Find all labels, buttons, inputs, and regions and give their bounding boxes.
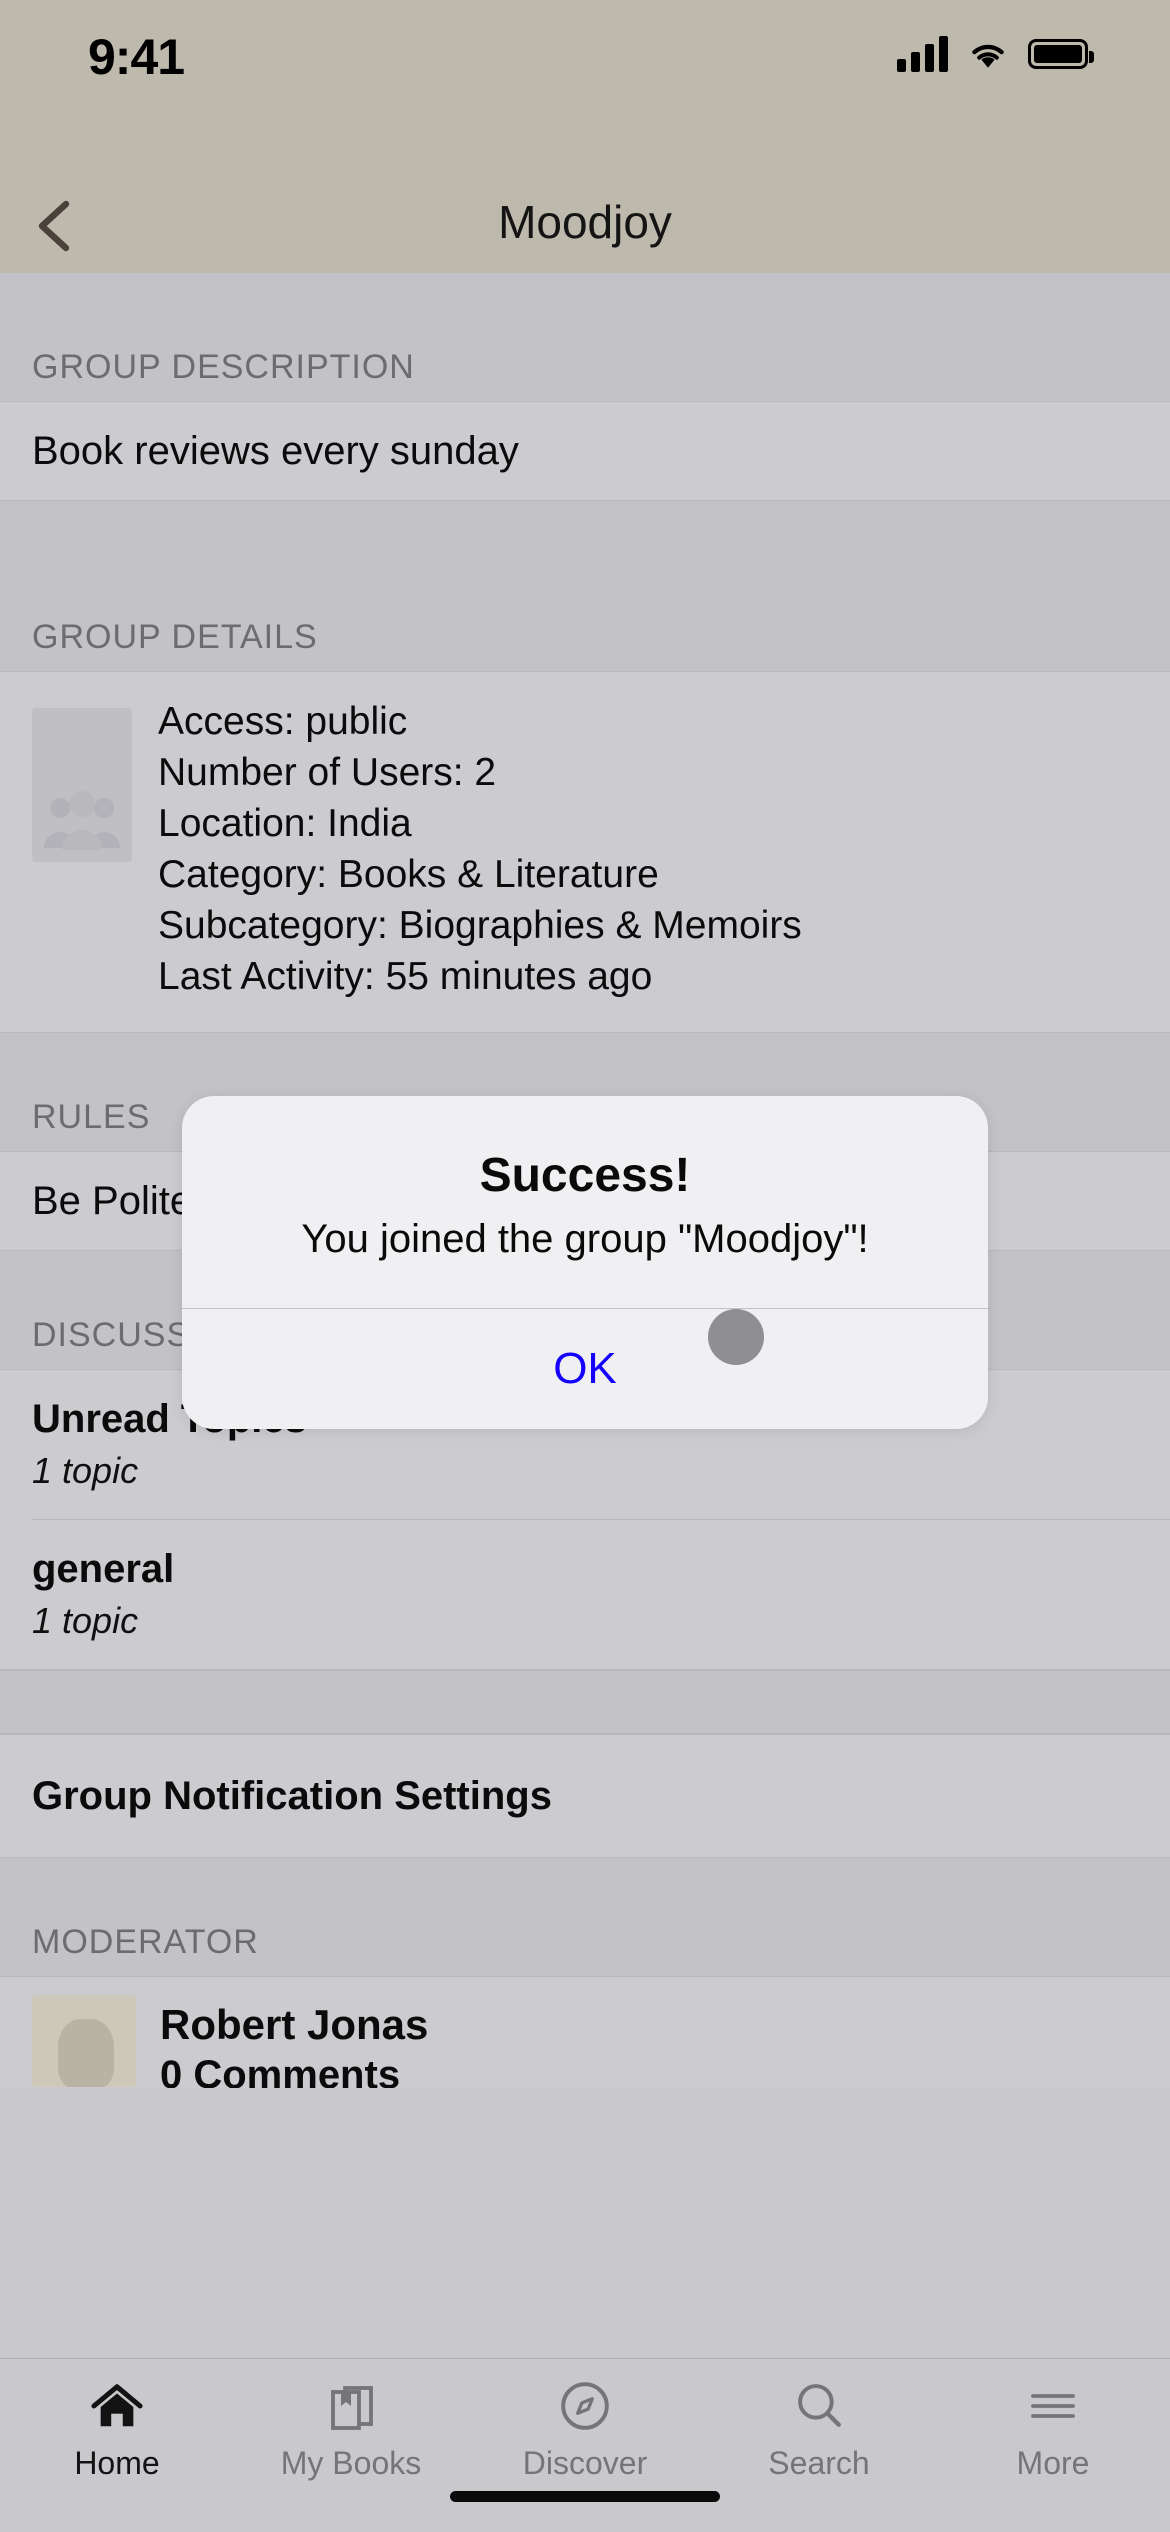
detail-line: Subcategory: Biographies & Memoirs xyxy=(158,904,802,947)
tab-label: Discover xyxy=(522,2445,648,2481)
detail-line: Category: Books & Literature xyxy=(158,853,659,896)
section-header-group-description: GROUP DESCRIPTION xyxy=(0,273,1170,401)
discussion-row-general[interactable]: general 1 topic xyxy=(0,1520,1170,1670)
group-notification-settings-label: Group Notification Settings xyxy=(32,1773,552,1818)
section-header-moderator: MODERATOR xyxy=(0,1858,1170,1976)
touch-indicator xyxy=(708,1309,764,1365)
tab-more[interactable]: More xyxy=(936,2377,1170,2482)
navigation-bar: Moodjoy xyxy=(0,170,1170,273)
alert-ok-button[interactable]: OK xyxy=(182,1309,988,1429)
group-description-text: Book reviews every sunday xyxy=(32,428,519,473)
group-notification-settings-row[interactable]: Group Notification Settings xyxy=(0,1734,1170,1858)
status-bar-time: 9:41 xyxy=(88,29,185,85)
tab-label: Home xyxy=(74,2445,160,2481)
detail-line: Access: public xyxy=(158,700,408,743)
rules-item-label: Be Polite xyxy=(32,1178,193,1223)
group-details-row[interactable]: Access: public Number of Users: 2 Locati… xyxy=(0,671,1170,1033)
success-alert-dialog: Success! You joined the group "Moodjoy"!… xyxy=(182,1096,988,1429)
group-description-row[interactable]: Book reviews every sunday xyxy=(0,401,1170,501)
tab-bar: Home My Books Discover Search More xyxy=(0,2358,1170,2532)
moderator-comments: 0 Comments xyxy=(160,2053,401,2088)
tab-label: My Books xyxy=(280,2445,422,2481)
moderator-name: Robert Jonas xyxy=(160,2001,429,2048)
search-icon xyxy=(792,2377,846,2435)
compass-icon xyxy=(558,2377,612,2435)
tab-discover[interactable]: Discover xyxy=(468,2377,702,2482)
detail-line: Last Activity: 55 minutes ago xyxy=(158,955,653,998)
status-bar: 9:41 xyxy=(0,0,1170,170)
hamburger-menu-icon xyxy=(1026,2377,1080,2435)
discussion-subtitle: 1 topic xyxy=(32,1450,139,1491)
alert-message: You joined the group "Moodjoy"! xyxy=(301,1217,869,1261)
detail-line: Number of Users: 2 xyxy=(158,751,497,794)
home-icon xyxy=(90,2377,144,2435)
tab-search[interactable]: Search xyxy=(702,2377,936,2482)
page-title: Moodjoy xyxy=(498,196,672,248)
home-indicator xyxy=(450,2491,720,2502)
wifi-icon xyxy=(972,44,1004,68)
section-header-group-details: GROUP DETAILS xyxy=(0,501,1170,671)
alert-body: Success! You joined the group "Moodjoy"! xyxy=(182,1096,988,1308)
books-icon xyxy=(325,2377,377,2435)
battery-icon xyxy=(1028,39,1094,69)
group-people-placeholder-icon xyxy=(32,708,132,862)
moderator-row[interactable]: Robert Jonas 0 Comments xyxy=(0,1976,1170,2088)
alert-title: Success! xyxy=(479,1149,691,1202)
status-bar-icons xyxy=(897,36,1094,72)
app-screen: 9:41 Moodjoy GROUP DESCRIPTION Book revi… xyxy=(0,0,1170,2532)
tab-my-books[interactable]: My Books xyxy=(234,2377,468,2482)
group-details-text: Access: public Number of Users: 2 Locati… xyxy=(158,696,802,1002)
discussion-subtitle: 1 topic xyxy=(32,1600,139,1641)
detail-line: Location: India xyxy=(158,802,412,845)
discussion-title: general xyxy=(32,1547,175,1591)
avatar xyxy=(32,1995,136,2087)
tab-home[interactable]: Home xyxy=(0,2377,234,2482)
tab-label: More xyxy=(1016,2445,1090,2481)
signal-bars-icon xyxy=(897,36,948,72)
section-spacer xyxy=(0,1670,1170,1734)
tab-label: Search xyxy=(768,2445,870,2481)
